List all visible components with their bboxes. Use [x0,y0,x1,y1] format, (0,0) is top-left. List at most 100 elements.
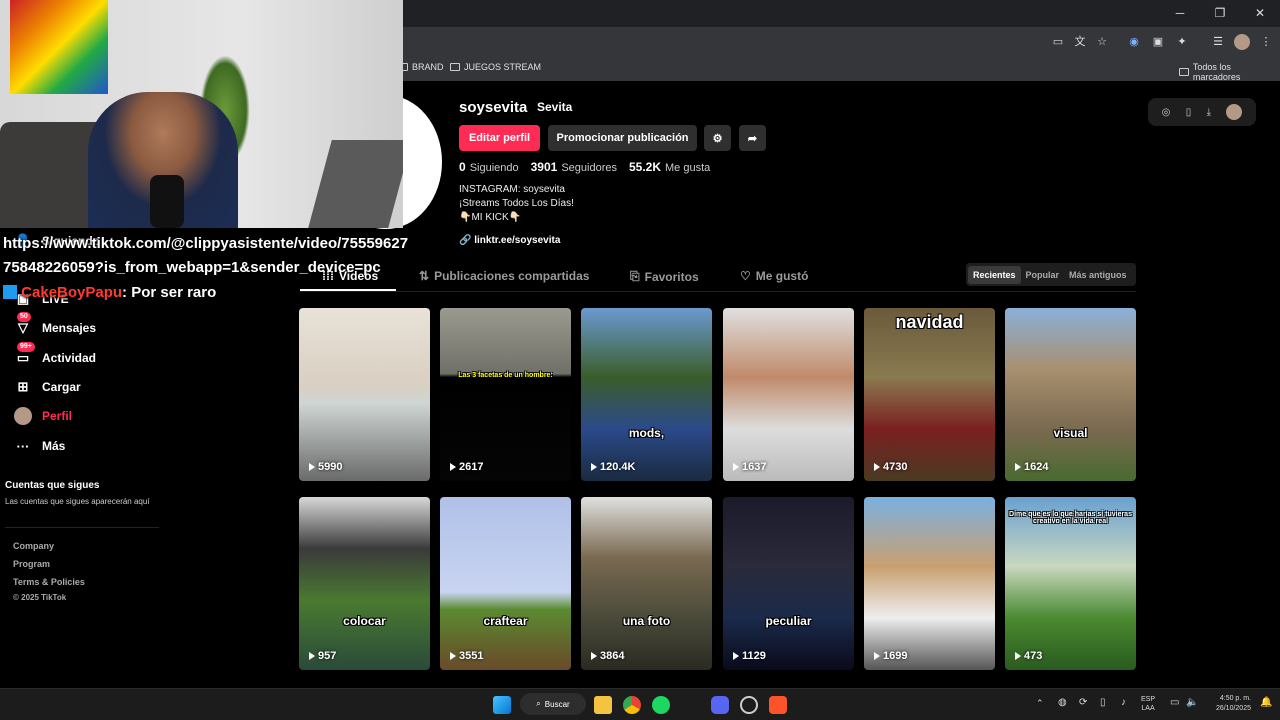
windows-start-icon[interactable] [493,696,511,714]
sort-popular[interactable]: Popular [1021,266,1065,284]
tray-battery-icon[interactable]: ▯ [1100,697,1106,708]
tray-chevron-icon[interactable]: ⌃ [1036,698,1044,709]
video-card[interactable]: una foto 3864 [581,497,712,670]
sidebar-item-messages[interactable]: ▽ 50 Mensajes [14,312,96,337]
close-button[interactable]: ✕ [1240,0,1280,27]
overlay-chat: CakeBoyPapu: Por ser raro [3,284,216,301]
extension-icon[interactable]: ▣ [1150,34,1166,50]
settings-gear-icon[interactable]: ⚙ [704,125,731,151]
minimize-button[interactable]: ─ [1160,0,1200,27]
bio-link[interactable]: 🔗 linktr.ee/soysevita [459,235,560,246]
play-icon [309,463,315,471]
promote-post-button[interactable]: Promocionar publicación [548,125,697,151]
video-view-count: 1637 [733,461,766,473]
notifications-bell-icon[interactable]: 🔔 [1260,697,1272,708]
extension-icon[interactable]: ◉ [1126,34,1142,50]
video-view-count: 5990 [309,461,342,473]
network-icon[interactable]: ▭ [1170,697,1179,708]
tab-favorites[interactable]: ⎘ Favoritos [630,269,699,284]
video-card[interactable]: Las 3 facetas de un hombre: 2617 [440,308,571,481]
cast-icon[interactable]: ▭ [1050,34,1066,50]
video-card[interactable]: peculiar 1129 [723,497,854,670]
file-explorer-icon[interactable] [594,696,612,714]
wall-painting [10,0,108,94]
brave-icon[interactable] [769,696,787,714]
device-icon[interactable]: ▯ [1186,107,1192,118]
obs-icon[interactable] [740,696,758,714]
profile-username: soysevita [459,99,528,116]
sort-selector: Recientes Popular Más antiguos [966,263,1136,286]
bookmark-juegos-stream[interactable]: JUEGOS STREAM [450,62,541,72]
stat-following[interactable]: 0 Siguiendo [459,160,519,174]
video-card[interactable]: Dime que es lo que harías si tuvieras cr… [1005,497,1136,670]
video-card[interactable]: mods, 120.4K [581,308,712,481]
video-view-count: 3864 [591,650,624,662]
reading-list-icon[interactable]: ☰ [1210,34,1226,50]
profile-stats: 0 Siguiendo 3901 Seguidores 55.2K Me gusta [459,160,710,174]
play-icon [733,463,739,471]
edit-profile-button[interactable]: Editar perfil [459,125,540,151]
bio-line: ¡Streams Todos Los Días! [459,198,574,209]
video-caption: visual [1053,426,1088,440]
tab-reposts[interactable]: ⇅ Publicaciones compartidas [419,269,589,283]
play-icon [1015,463,1021,471]
sidebar-item-upload[interactable]: ⊞ Cargar [14,378,81,396]
taskbar-clock[interactable]: 4:50 p. m. 26/10/2025 [1203,694,1251,714]
chrome-icon[interactable] [623,696,641,714]
video-view-count: 473 [1015,650,1042,662]
video-card[interactable]: 1637 [723,308,854,481]
share-icon[interactable]: ➦ [739,125,766,151]
bookmark-icon: ⎘ [630,269,640,283]
user-avatar[interactable] [1226,104,1243,120]
bookmark-brand[interactable]: BRAND [398,62,444,72]
coins-icon[interactable]: ◎ [1162,107,1171,118]
bookmark-star-icon[interactable]: ☆ [1094,34,1110,50]
footer-link-company[interactable]: Company [13,541,54,551]
folder-icon [450,63,460,71]
tab-liked[interactable]: ♡ Me gustó [740,269,808,283]
video-card[interactable]: craftear 3551 [440,497,571,670]
restore-button[interactable]: ❐ [1200,0,1240,27]
activity-badge: 99+ [17,342,35,352]
heart-icon: ♡ [740,269,751,283]
stat-followers[interactable]: 3901 Seguidores [531,160,617,174]
sidebar-item-profile[interactable]: Perfil [14,407,72,425]
bookmark-all[interactable]: Todos los marcadores [1179,62,1280,82]
translate-icon[interactable]: 文 [1072,34,1088,50]
messages-icon: ▽ 50 [14,312,32,337]
volume-icon[interactable]: 🔈 [1186,697,1198,708]
following-accounts-desc: Las cuentas que sigues aparecerán aquí [5,497,150,506]
browser-profile-avatar[interactable] [1234,34,1250,50]
extensions-puzzle-icon[interactable]: ✦ [1174,34,1190,50]
video-card[interactable]: visual 1624 [1005,308,1136,481]
tray-sync-icon[interactable]: ⟳ [1079,697,1087,708]
video-caption: Las 3 facetas de un hombre: [458,372,553,379]
video-card[interactable]: colocar 957 [299,497,430,670]
microphone [150,175,184,228]
taskbar-search[interactable]: ⌕ Buscar [520,693,586,715]
tray-app-icon[interactable]: ◍ [1058,697,1067,708]
sidebar-divider [5,527,159,528]
footer-link-program[interactable]: Program [13,559,50,569]
sidebar-item-more[interactable]: ··· Más [14,437,66,455]
language-indicator[interactable]: ESP LAA [1141,695,1155,713]
activity-icon: ▭ 99+ [14,342,35,367]
tab-videos[interactable]: ⁞⁞⁞ Videos [322,269,378,283]
sidebar-item-activity[interactable]: ▭ 99+ Actividad [14,342,96,367]
play-icon [874,463,880,471]
video-card[interactable]: 5990 [299,308,430,481]
browser-menu-icon[interactable]: ⋮ [1258,34,1274,50]
download-icon[interactable]: ⤓ [1207,107,1211,118]
video-view-count: 1129 [733,650,766,662]
spotify-icon[interactable] [652,696,670,714]
play-icon [733,652,739,660]
sort-oldest[interactable]: Más antiguos [1064,266,1132,284]
chat-username: CakeBoyPapu [21,284,123,301]
play-icon [450,463,456,471]
video-card[interactable]: navidad 4730 [864,308,995,481]
footer-link-terms[interactable]: Terms & Policies [13,577,85,587]
sort-recent[interactable]: Recientes [968,265,1021,284]
video-card[interactable]: 1699 [864,497,995,670]
tray-mic-icon[interactable]: ♪ [1121,697,1126,708]
discord-icon[interactable] [711,696,729,714]
